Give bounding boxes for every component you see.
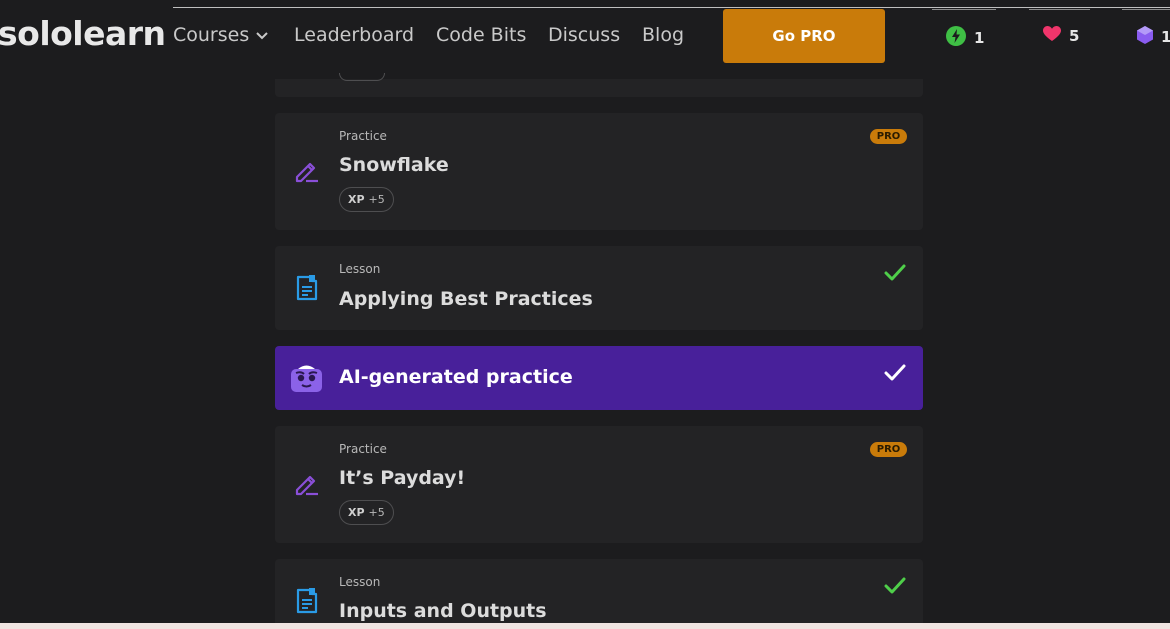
robot-avatar-icon (290, 363, 323, 393)
card-title: Applying Best Practices (339, 288, 593, 310)
energy-streak[interactable]: 1 (946, 26, 984, 50)
hearts-count: 5 (1069, 27, 1080, 45)
xp-pill-partial (339, 73, 385, 81)
pro-badge: PRO (870, 129, 907, 144)
go-pro-button[interactable]: Go PRO (723, 9, 885, 63)
card-title: It’s Payday! (339, 467, 466, 489)
top-navigation-bar: sololearn Courses Leaderboard Code Bits … (0, 0, 1170, 79)
gem-icon (1137, 26, 1153, 48)
lightning-icon (946, 26, 966, 50)
hearts-counter[interactable]: 5 (1043, 26, 1079, 46)
gems-counter[interactable]: 10 (1137, 26, 1170, 48)
card-type: Lesson (339, 262, 381, 276)
pencil-icon (293, 470, 321, 498)
nav-courses[interactable]: Courses (173, 24, 269, 46)
card-title: AI-generated practice (339, 366, 573, 388)
xp-label: XP (348, 506, 365, 519)
page-bottom-edge (0, 623, 1170, 629)
card-type: Practice (339, 442, 387, 456)
xp-label: XP (348, 193, 365, 206)
nav-discuss[interactable]: Discuss (548, 24, 620, 46)
ai-practice-card[interactable]: AI-generated practice (275, 346, 923, 410)
checkmark-icon (883, 361, 907, 385)
nav-leaderboard[interactable]: Leaderboard (294, 24, 414, 46)
chevron-down-icon (255, 24, 269, 46)
nav-blog[interactable]: Blog (642, 24, 684, 46)
gems-count: 10 (1161, 28, 1170, 46)
checkmark-icon (883, 574, 907, 598)
sololearn-logo[interactable]: sololearn (0, 14, 166, 53)
nav-courses-label: Courses (173, 24, 250, 46)
nav-code-bits[interactable]: Code Bits (436, 24, 526, 46)
practice-card-snowflake[interactable]: Practice Snowflake XP +5 PRO (275, 113, 923, 230)
card-type: Lesson (339, 575, 381, 589)
card-title: Snowflake (339, 154, 449, 176)
xp-value: +5 (368, 193, 385, 206)
document-icon (293, 274, 321, 302)
xp-pill: XP +5 (339, 500, 394, 525)
practice-card-its-payday[interactable]: Practice It’s Payday! XP +5 PRO (275, 426, 923, 543)
checkmark-icon (883, 261, 907, 285)
stat-divider (932, 9, 996, 10)
xp-value: +5 (368, 506, 385, 519)
energy-count: 1 (974, 29, 985, 47)
pencil-icon (293, 157, 321, 185)
lesson-card-partial[interactable] (275, 73, 923, 97)
stat-divider (1122, 9, 1170, 10)
lesson-card-inputs-and-outputs[interactable]: Lesson Inputs and Outputs (275, 559, 923, 629)
xp-pill: XP +5 (339, 187, 394, 212)
card-title: Inputs and Outputs (339, 600, 547, 622)
stat-divider (1029, 9, 1090, 10)
document-icon (293, 587, 321, 615)
pro-badge: PRO (870, 442, 907, 457)
heart-icon (1043, 26, 1061, 46)
header-divider (173, 7, 1170, 8)
lesson-card-applying-best-practices[interactable]: Lesson Applying Best Practices (275, 246, 923, 330)
card-type: Practice (339, 129, 387, 143)
